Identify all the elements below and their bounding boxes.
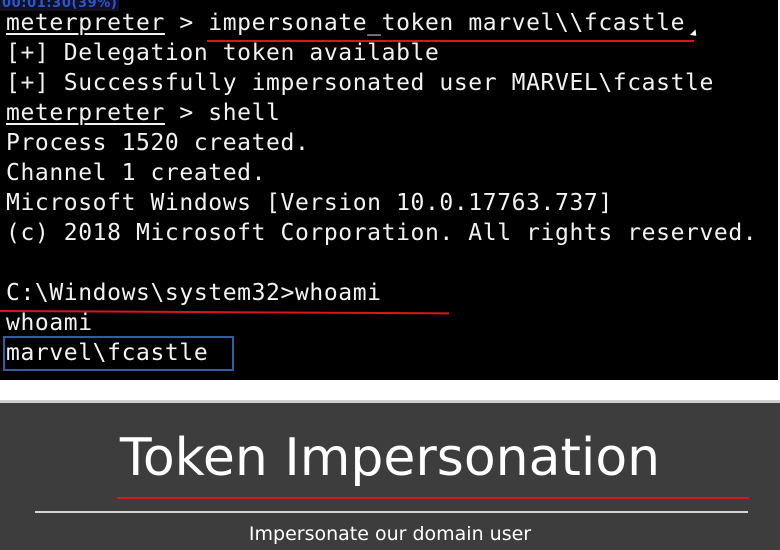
mouse-cursor-icon: [689, 29, 700, 39]
meterpreter-prompt: meterpreter: [6, 10, 165, 36]
terminal-line-impersonated: [+] Successfully impersonated user MARVE…: [6, 70, 714, 96]
presentation-slide: Token Impersonation Impersonate our doma…: [0, 400, 780, 550]
terminal-line-whoami-echo: whoami: [6, 310, 93, 336]
red-annotation-underline: [207, 40, 694, 42]
terminal-line-shell-command: meterpreter > shell: [6, 98, 281, 128]
recording-timer: 00:01:30(39%): [0, 0, 120, 11]
red-annotation-underline: [117, 497, 749, 499]
terminal-line-impersonate-command: meterpreter > impersonate_token marvel\\…: [6, 8, 685, 38]
screen: meterpreter > impersonate_token marvel\\…: [0, 0, 780, 550]
prompt-separator: >: [164, 100, 209, 126]
slide-divider: [35, 511, 748, 513]
command-text: shell: [208, 100, 281, 126]
terminal-line-windows-version: Microsoft Windows [Version 10.0.17763.73…: [6, 190, 613, 216]
command-text: impersonate_token marvel\\fcastle: [208, 10, 686, 36]
terminal-line-process: Process 1520 created.: [6, 130, 310, 156]
terminal-line-channel: Channel 1 created.: [6, 160, 267, 186]
blue-annotation-box: [3, 336, 234, 371]
prompt-separator: >: [164, 10, 209, 36]
meterpreter-prompt: meterpreter: [6, 100, 165, 126]
terminal-line-copyright: (c) 2018 Microsoft Corporation. All righ…: [6, 220, 758, 246]
terminal-window[interactable]: meterpreter > impersonate_token marvel\\…: [0, 0, 778, 380]
terminal-line-delegation: [+] Delegation token available: [6, 40, 440, 66]
slide-title: Token Impersonation: [119, 428, 661, 488]
slide-subtitle: Impersonate our domain user: [248, 523, 532, 545]
terminal-line-whoami-command: C:\Windows\system32>whoami: [6, 280, 382, 306]
